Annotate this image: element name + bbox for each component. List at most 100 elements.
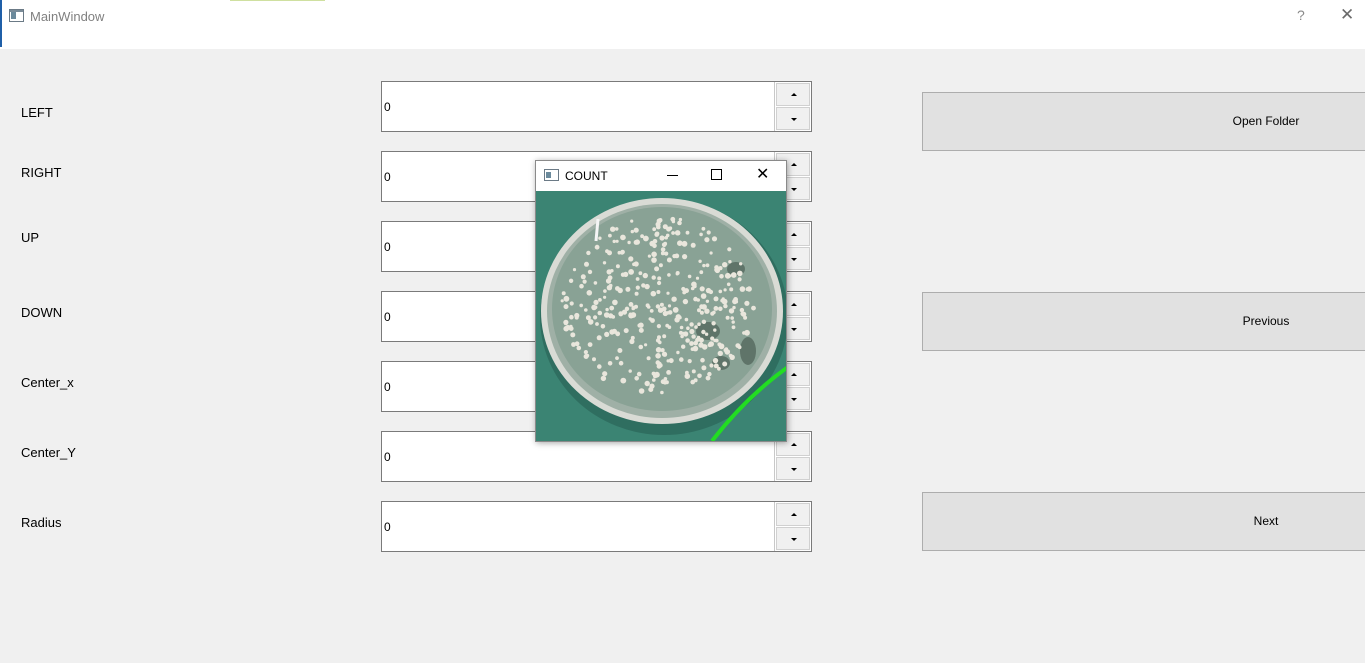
colony-dot xyxy=(656,324,661,329)
colony-dot xyxy=(620,249,625,255)
colony-dot xyxy=(615,239,619,243)
count-window[interactable]: COUNT ✕ xyxy=(535,160,787,442)
colony-dot xyxy=(713,306,719,311)
colony-dot xyxy=(657,280,662,286)
colony-dot xyxy=(649,240,655,247)
colony-dot xyxy=(610,269,614,273)
colony-dot xyxy=(635,277,640,281)
spin-down-button[interactable] xyxy=(776,527,810,550)
colony-dot xyxy=(568,278,574,283)
colony-dot xyxy=(739,262,743,266)
open-folder-button[interactable]: Open Folder xyxy=(922,92,1365,151)
center-y-value[interactable]: 0 xyxy=(384,450,391,464)
colony-dot xyxy=(662,334,667,339)
colony-dot xyxy=(620,234,626,241)
down-value[interactable]: 0 xyxy=(384,310,391,324)
colony-dot xyxy=(634,376,639,381)
colony-dot xyxy=(692,284,697,289)
colony-dot xyxy=(704,332,709,336)
colony-dot xyxy=(685,338,690,343)
right-value[interactable]: 0 xyxy=(384,170,391,184)
colony-dot xyxy=(609,305,615,311)
maximize-icon[interactable] xyxy=(711,169,722,180)
colony-dot xyxy=(701,329,706,335)
colony-dot xyxy=(668,226,673,230)
colony-dot xyxy=(705,299,710,303)
colony-dot xyxy=(751,305,756,311)
colony-dot xyxy=(699,286,705,292)
colony-dot xyxy=(675,314,681,320)
spin-down-button[interactable] xyxy=(776,107,810,130)
colony-dot xyxy=(624,306,630,311)
colony-dot xyxy=(700,293,707,299)
colony-dot xyxy=(666,359,670,363)
colony-dot xyxy=(609,329,615,335)
spin-up-button[interactable] xyxy=(776,83,810,106)
colony-dot xyxy=(592,357,596,362)
colony-dot xyxy=(680,334,684,339)
close-icon[interactable]: ✕ xyxy=(756,164,769,183)
spin-buttons xyxy=(774,82,811,131)
colony-dot xyxy=(612,239,616,244)
colony-dot xyxy=(572,268,577,272)
colony-dot xyxy=(633,239,639,245)
colony-dot xyxy=(651,257,657,263)
colony-dot xyxy=(659,302,664,307)
colony-dot xyxy=(637,323,642,328)
colony-dot xyxy=(731,320,735,324)
colony-dot xyxy=(607,361,613,366)
up-value[interactable]: 0 xyxy=(384,240,391,254)
colony-dot xyxy=(702,263,706,268)
colony-dot xyxy=(646,356,651,361)
colony-dot xyxy=(723,303,728,309)
center-x-value[interactable]: 0 xyxy=(384,380,391,394)
colony-dot xyxy=(600,324,606,329)
colony-dot xyxy=(725,315,730,320)
radius-value[interactable]: 0 xyxy=(384,520,391,534)
colony-dot xyxy=(675,271,680,275)
left-value[interactable]: 0 xyxy=(384,100,391,114)
colony-dot xyxy=(728,260,732,264)
colony-dot xyxy=(660,348,665,353)
left-spinbox[interactable]: 0 xyxy=(381,81,812,132)
colony-dot xyxy=(739,286,746,292)
previous-button[interactable]: Previous xyxy=(922,292,1365,351)
colony-dot xyxy=(623,328,629,334)
colony-dot xyxy=(638,388,645,394)
colony-dot xyxy=(576,345,582,351)
colony-dot xyxy=(652,227,657,232)
colony-dot xyxy=(722,262,728,268)
colony-dot xyxy=(660,379,666,385)
colony-dot xyxy=(587,342,593,347)
help-button[interactable]: ? xyxy=(1297,7,1305,23)
colony-dot xyxy=(682,254,688,260)
label-down: DOWN xyxy=(21,305,63,320)
colony-dot xyxy=(648,387,654,392)
colony-dot xyxy=(636,371,642,377)
stain-3 xyxy=(740,337,756,365)
colony-dot xyxy=(699,270,704,275)
colony-dot xyxy=(593,299,599,305)
minimize-icon[interactable] xyxy=(667,175,678,176)
colony-dot xyxy=(667,304,672,308)
next-button[interactable]: Next xyxy=(922,492,1365,551)
spin-up-button[interactable] xyxy=(776,503,810,526)
spin-down-button[interactable] xyxy=(776,457,810,480)
colony-dot xyxy=(665,323,670,328)
close-button[interactable]: ✕ xyxy=(1340,5,1354,25)
colony-dot xyxy=(628,302,634,307)
colony-dot xyxy=(705,287,712,294)
radius-spinbox[interactable]: 0 xyxy=(381,501,812,552)
colony-dot xyxy=(570,332,576,338)
colony-dot xyxy=(693,296,698,302)
colony-dot xyxy=(618,360,624,366)
colony-dot xyxy=(691,334,696,339)
colony-dot xyxy=(615,356,619,360)
colony-dot xyxy=(718,306,723,312)
colony-dot xyxy=(664,380,669,385)
colony-dot xyxy=(685,370,689,375)
label-center-x: Center_x xyxy=(21,375,74,390)
count-title-bar[interactable]: COUNT ✕ xyxy=(536,161,786,191)
colony-dot xyxy=(593,315,598,320)
colony-dot xyxy=(724,349,731,355)
